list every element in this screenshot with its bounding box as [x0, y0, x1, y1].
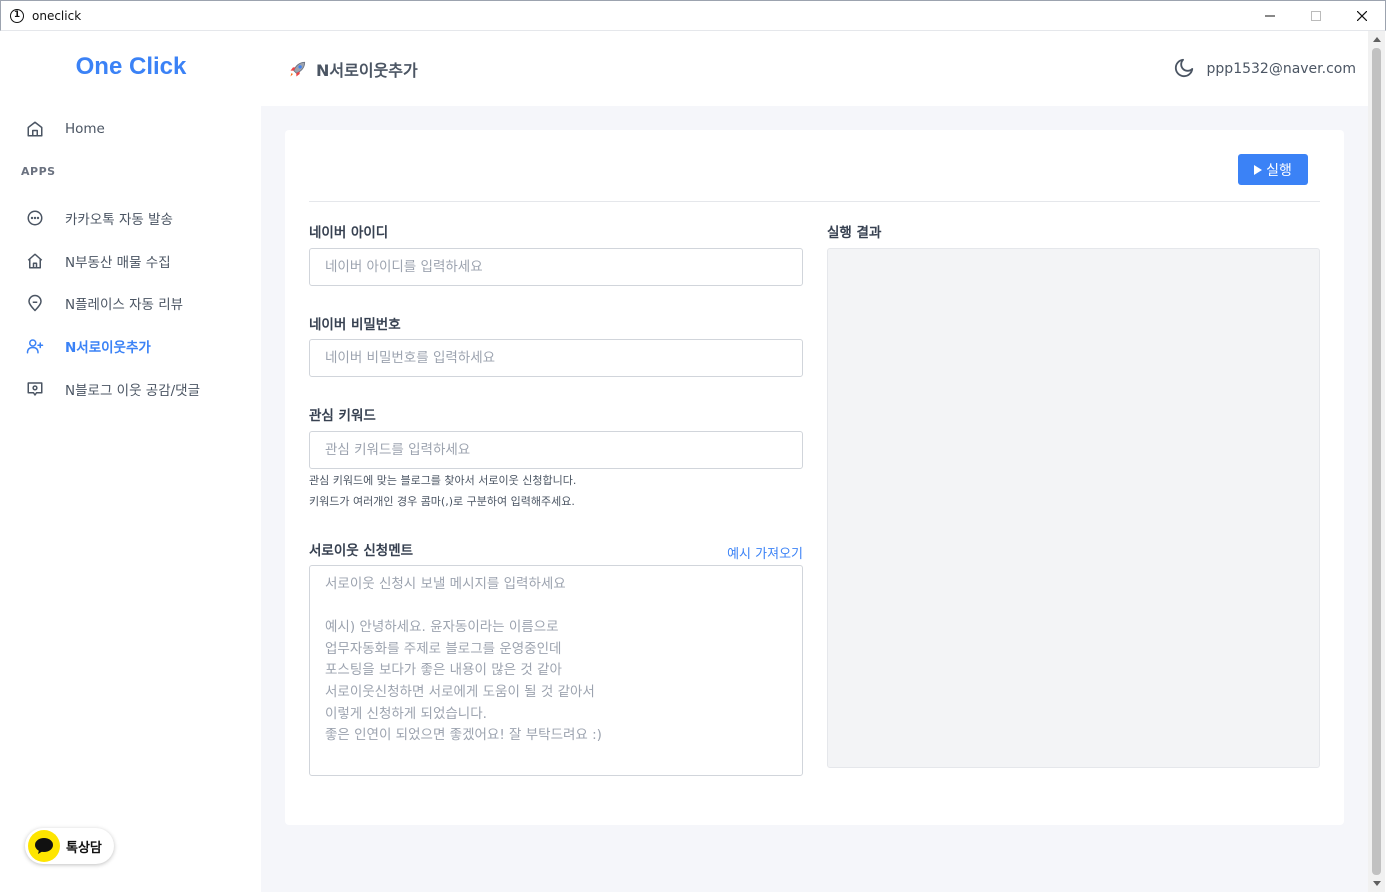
vertical-scrollbar[interactable] [1368, 31, 1385, 892]
sidebar-item-label: N서로이웃추가 [65, 340, 151, 356]
maximize-icon [1311, 11, 1321, 21]
user-email[interactable]: ppp1532@naver.com [1207, 61, 1356, 77]
load-example-link[interactable]: 예시 가져오기 [727, 543, 803, 562]
form-card: 실행 네이버 아이디 네이버 비밀번호 관심 키워드 관심 키워드에 맞는 블로… [285, 130, 1344, 825]
house-icon [25, 251, 45, 271]
sidebar-item-blog-like-comment[interactable]: N블로그 이웃 공감/댓글 [25, 377, 200, 401]
naver-id-label: 네이버 아이디 [309, 225, 389, 241]
chevron-up-icon [1372, 37, 1381, 42]
run-button-label: 실행 [1266, 161, 1292, 178]
chevron-down-icon [1372, 881, 1381, 886]
keyword-label: 관심 키워드 [309, 408, 376, 424]
message-square-icon [25, 379, 45, 399]
app-icon: 1 [10, 8, 24, 23]
page-title: N서로이웃추가 [288, 57, 418, 81]
divider [309, 201, 1320, 202]
talk-label: 톡상담 [66, 840, 102, 856]
window-controls [1247, 1, 1385, 31]
maximize-button[interactable] [1293, 1, 1339, 31]
kakao-chat-icon [28, 830, 60, 862]
sidebar-item-place-review[interactable]: N플레이스 자동 리뷰 [25, 291, 183, 315]
close-icon [1357, 11, 1367, 21]
scroll-up-button[interactable] [1368, 31, 1385, 48]
run-button[interactable]: 실행 [1238, 154, 1308, 185]
home-icon [25, 119, 45, 139]
keyword-input[interactable] [309, 431, 803, 469]
scroll-down-button[interactable] [1368, 875, 1385, 892]
minimize-icon [1265, 15, 1275, 17]
naver-password-label: 네이버 비밀번호 [309, 317, 401, 333]
user-plus-icon [25, 336, 45, 356]
keyword-help-1: 관심 키워드에 맞는 블로그를 찾아서 서로이웃 신청합니다. [309, 474, 577, 487]
rocket-icon [288, 59, 308, 79]
result-box [827, 248, 1320, 768]
sidebar-item-label: N플레이스 자동 리뷰 [65, 297, 184, 313]
window-title: oneclick [32, 8, 82, 23]
window-titlebar: 1 oneclick [0, 0, 1386, 31]
kakao-talk-consult-button[interactable]: 톡상담 [25, 828, 114, 864]
close-button[interactable] [1339, 1, 1385, 31]
sidebar-item-label: N부동산 매물 수집 [65, 255, 171, 271]
sidebar-item-label: N블로그 이웃 공감/댓글 [65, 383, 201, 399]
sidebar-item-kakaotalk[interactable]: 카카오톡 자동 발송 [25, 206, 173, 230]
sidebar-item-real-estate[interactable]: N부동산 매물 수집 [25, 249, 171, 273]
message-textarea[interactable] [309, 565, 803, 776]
section-label-apps: APPS [21, 165, 56, 178]
minimize-button[interactable] [1247, 1, 1293, 31]
page-title-text: N서로이웃추가 [316, 61, 418, 80]
moon-icon [1174, 58, 1194, 78]
map-pin-icon [25, 293, 45, 313]
sidebar: One Click Home APPS 카카오톡 자동 발송 N부동산 매물 수… [1, 31, 261, 892]
sidebar-item-home[interactable]: Home [25, 117, 105, 141]
naver-id-input[interactable] [309, 248, 803, 286]
message-label: 서로이웃 신청멘트 [309, 543, 414, 559]
sidebar-item-neighbor-add[interactable]: N서로이웃추가 [25, 334, 151, 358]
sidebar-item-label: Home [65, 121, 105, 137]
dark-mode-toggle[interactable] [1173, 57, 1195, 83]
top-header: N서로이웃추가 ppp1532@naver.com [261, 31, 1368, 106]
result-label: 실행 결과 [827, 225, 882, 241]
scrollbar-thumb[interactable] [1372, 48, 1381, 875]
sidebar-item-label: 카카오톡 자동 발송 [65, 212, 173, 228]
play-icon [1254, 164, 1263, 175]
chat-bubble-icon [25, 208, 45, 228]
naver-password-input[interactable] [309, 339, 803, 377]
app-logo[interactable]: One Click [1, 53, 261, 81]
main-content: N서로이웃추가 ppp1532@naver.com 실행 네이버 아이디 네이버… [261, 31, 1368, 892]
keyword-help-2: 키워드가 여러개인 경우 콤마(,)로 구분하여 입력해주세요. [309, 495, 575, 508]
